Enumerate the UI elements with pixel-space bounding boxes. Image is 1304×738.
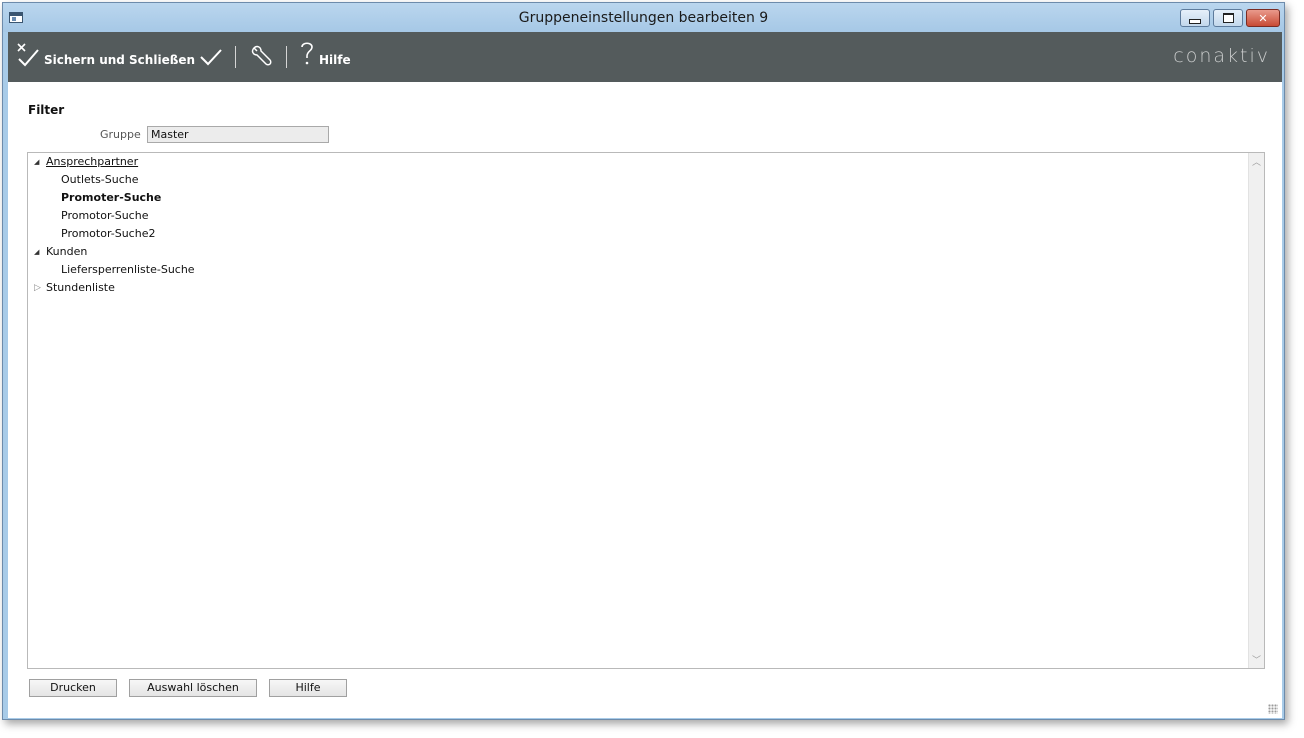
tree-node-outlets-suche[interactable]: Outlets-Suche xyxy=(61,171,139,189)
main-content: Filter Gruppe Master ◢ Ansprechpartner O… xyxy=(8,82,1282,718)
tree-node-label: Stundenliste xyxy=(46,281,115,294)
vertical-scrollbar[interactable]: ︿ ﹀ xyxy=(1248,153,1264,668)
tree-node-label: Promotor-Suche xyxy=(61,209,149,222)
minimize-icon xyxy=(1189,18,1201,24)
tree-node-label: Ansprechpartner xyxy=(46,155,139,168)
toolbar-separator xyxy=(286,46,287,68)
tree-node-stundenliste[interactable]: ▷ Stundenliste xyxy=(34,279,115,297)
maximize-icon xyxy=(1222,13,1234,23)
maximize-button[interactable] xyxy=(1213,9,1243,27)
tree-node-label: Promotor-Suche2 xyxy=(61,227,156,240)
save-close-label: Sichern und Schließen xyxy=(44,53,196,67)
tree-node-promotor-suche[interactable]: Promotor-Suche xyxy=(61,207,148,225)
group-field[interactable]: Master xyxy=(147,126,329,143)
app-window: Gruppeneinstellungen bearbeiten 9 ✕ Sich… xyxy=(2,2,1285,720)
clear-selection-button[interactable]: Auswahl löschen xyxy=(129,679,257,697)
help-button[interactable]: Hilfe xyxy=(269,679,347,697)
close-icon: ✕ xyxy=(1258,11,1268,25)
tree-node-label: Promoter-Suche xyxy=(61,191,162,204)
tree-node-promoter-suche[interactable]: Promoter-Suche xyxy=(61,189,161,207)
collapsed-triangle-icon[interactable]: ▷ xyxy=(34,279,44,297)
save-close-button[interactable]: Sichern und Schließen xyxy=(16,42,195,68)
filter-tree[interactable]: ◢ Ansprechpartner Outlets-Suche Promoter… xyxy=(27,152,1265,669)
expanded-triangle-icon[interactable]: ◢ xyxy=(34,153,44,171)
save-button[interactable] xyxy=(199,46,223,68)
wrench-icon xyxy=(251,45,272,66)
group-label: Gruppe xyxy=(100,128,141,141)
title-bar[interactable]: Gruppeneinstellungen bearbeiten 9 ✕ xyxy=(3,3,1284,32)
tree-node-kunden[interactable]: ◢ Kunden xyxy=(34,243,87,261)
conaktiv-logo: conaktiv xyxy=(1173,45,1270,67)
minimize-button[interactable] xyxy=(1180,9,1210,27)
help-toolbar-label: Hilfe xyxy=(319,53,351,67)
scroll-down-icon[interactable]: ﹀ xyxy=(1249,653,1264,666)
help-toolbar-button[interactable]: Hilfe xyxy=(300,41,351,67)
tree-node-liefersperrenliste-suche[interactable]: Liefersperrenliste-Suche xyxy=(61,261,195,279)
tree-node-ansprechpartner[interactable]: ◢ Ansprechpartner xyxy=(34,153,138,171)
tree-node-label: Outlets-Suche xyxy=(61,173,139,186)
settings-button[interactable] xyxy=(250,44,274,68)
tree-node-label: Kunden xyxy=(46,245,88,258)
tree-node-label: Liefersperrenliste-Suche xyxy=(61,263,195,276)
save-close-icon xyxy=(17,43,39,67)
resize-grip-icon[interactable] xyxy=(1268,704,1278,714)
scroll-up-icon[interactable]: ︿ xyxy=(1249,155,1264,168)
tree-node-promotor-suche2[interactable]: Promotor-Suche2 xyxy=(61,225,155,243)
print-button[interactable]: Drucken xyxy=(29,679,117,697)
toolbar: Sichern und Schließen Hilfe conaktiv xyxy=(8,32,1282,82)
window-title: Gruppeneinstellungen bearbeiten 9 xyxy=(518,10,769,26)
help-icon xyxy=(301,42,313,65)
checkmark-icon xyxy=(200,49,222,66)
filter-section-title: Filter xyxy=(28,103,65,117)
close-button[interactable]: ✕ xyxy=(1246,9,1280,27)
expanded-triangle-icon[interactable]: ◢ xyxy=(34,243,44,261)
toolbar-separator xyxy=(235,46,236,68)
